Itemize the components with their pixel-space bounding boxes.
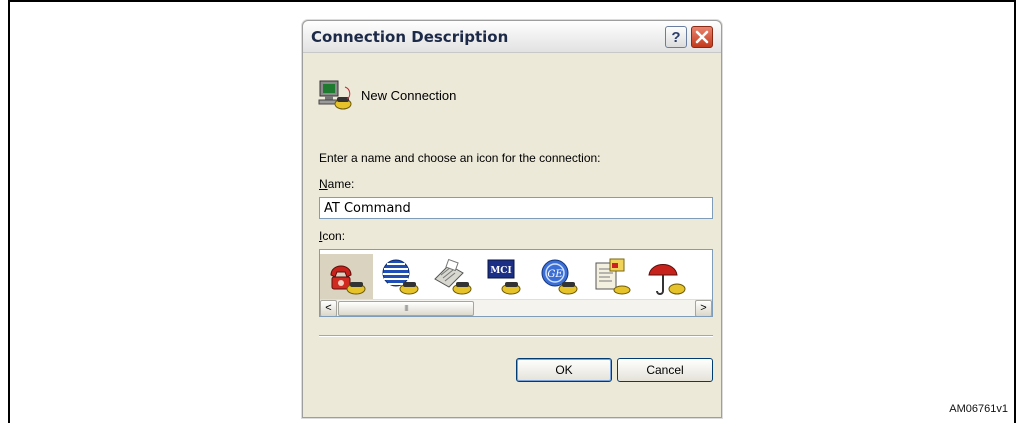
svg-text:GE: GE bbox=[547, 269, 563, 280]
close-icon bbox=[695, 30, 709, 44]
phone-icon bbox=[329, 265, 365, 295]
document-icon bbox=[595, 258, 630, 295]
icon-option-document[interactable] bbox=[585, 254, 638, 300]
scroll-left-button[interactable]: < bbox=[320, 300, 337, 316]
scroll-thumb[interactable]: III bbox=[338, 301, 474, 316]
icon-list[interactable]: MCI GE < III > bbox=[319, 249, 713, 317]
name-label-text: ame: bbox=[327, 177, 355, 191]
fax-icon bbox=[433, 258, 471, 295]
icon-option-umbrella[interactable] bbox=[638, 254, 691, 300]
instruction-text: Enter a name and choose an icon for the … bbox=[319, 151, 601, 165]
icon-option-globe[interactable] bbox=[373, 254, 426, 300]
figure-id: AM06761v1 bbox=[949, 403, 1008, 415]
cancel-button[interactable]: Cancel bbox=[617, 358, 713, 382]
icon-label: Icon: bbox=[319, 229, 345, 243]
icon-option-ge[interactable]: GE bbox=[532, 254, 585, 300]
mci-icon: MCI bbox=[487, 259, 520, 295]
connection-name-display: New Connection bbox=[361, 87, 457, 103]
umbrella-icon bbox=[647, 264, 685, 295]
icon-label-text: con: bbox=[322, 229, 346, 243]
globe-icon bbox=[382, 259, 418, 295]
icon-option-phone[interactable] bbox=[320, 254, 373, 300]
scroll-right-button[interactable]: > bbox=[695, 300, 712, 316]
name-input[interactable] bbox=[319, 197, 713, 219]
dialog-titlebar[interactable]: Connection Description ? bbox=[303, 21, 721, 53]
ok-button[interactable]: OK bbox=[516, 358, 612, 382]
name-label-access-key: N bbox=[319, 177, 328, 191]
name-label: Name: bbox=[319, 177, 354, 191]
dialog-title: Connection Description bbox=[311, 28, 509, 46]
horizontal-scrollbar[interactable]: < III > bbox=[320, 299, 712, 316]
connection-header: New Connection bbox=[317, 75, 456, 115]
ge-icon: GE bbox=[541, 259, 577, 295]
help-button[interactable]: ? bbox=[665, 26, 687, 48]
svg-text:MCI: MCI bbox=[490, 266, 511, 276]
icon-option-mci[interactable]: MCI bbox=[479, 254, 532, 300]
icon-option-fax[interactable] bbox=[426, 254, 479, 300]
icon-strip: MCI GE bbox=[320, 254, 691, 300]
connection-description-dialog: Connection Description ? New Connection … bbox=[302, 20, 722, 418]
connection-computer-icon bbox=[318, 80, 352, 110]
divider bbox=[319, 335, 713, 337]
close-button[interactable] bbox=[691, 26, 713, 48]
